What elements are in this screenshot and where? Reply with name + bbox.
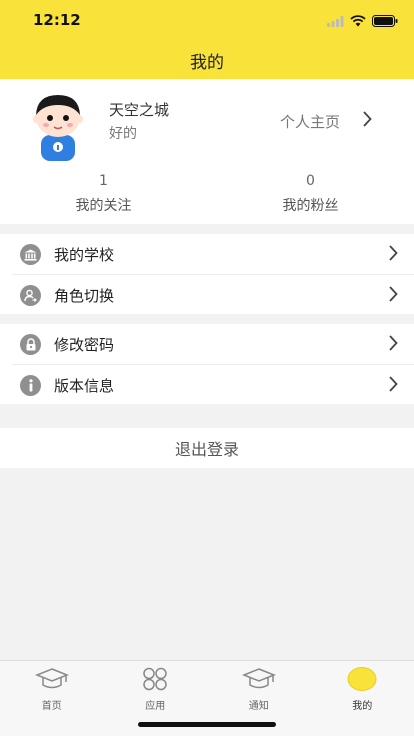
homepage-label: 个人主页: [280, 112, 341, 131]
profile-card: 天空之城 好的 个人主页 1 我的关注 0 我的粉丝: [0, 79, 414, 224]
homepage-link[interactable]: 个人主页: [280, 109, 372, 133]
menu-label: 修改密码: [54, 336, 115, 354]
status-icons: [327, 12, 398, 31]
chevron-right-icon: [388, 286, 398, 306]
info-icon: [20, 375, 41, 396]
signal-icon: [327, 12, 344, 31]
graduation-cap-icon: [241, 667, 276, 695]
tab-label: 我的: [352, 701, 373, 712]
chevron-right-icon: [388, 376, 398, 396]
following-stat[interactable]: 1 我的关注: [0, 173, 207, 215]
tab-label: 通知: [248, 701, 269, 712]
tab-notifications[interactable]: 通知: [207, 667, 311, 712]
tab-label: 应用: [145, 701, 166, 712]
status-bar: 12:12: [0, 0, 414, 40]
home-indicator: [138, 722, 276, 727]
menu-item-change-password[interactable]: 修改密码: [0, 324, 414, 364]
menu-label: 版本信息: [54, 377, 115, 395]
following-count: 1: [99, 173, 108, 189]
top-bar: 12:12 我的: [0, 0, 414, 79]
chevron-right-icon: [362, 111, 372, 131]
menu-item-role-switch[interactable]: 角色切换: [12, 274, 414, 314]
profile-circle-icon: [347, 667, 377, 695]
tab-mine[interactable]: 我的: [311, 667, 414, 712]
menu-item-my-school[interactable]: 我的学校: [0, 234, 414, 274]
apps-grid-icon: [142, 667, 168, 695]
wifi-icon: [350, 12, 366, 31]
battery-icon: [372, 12, 398, 31]
status-time: 12:12: [33, 11, 81, 29]
graduation-cap-icon: [34, 667, 69, 695]
profile-name: 天空之城: [109, 101, 170, 119]
menu-label: 我的学校: [54, 246, 115, 264]
following-label: 我的关注: [75, 198, 132, 214]
lock-icon: [20, 334, 41, 355]
tab-home[interactable]: 首页: [0, 667, 104, 712]
menu-label: 角色切换: [54, 287, 115, 305]
fans-stat[interactable]: 0 我的粉丝: [207, 173, 414, 215]
logout-button[interactable]: 退出登录: [0, 428, 414, 468]
fans-count: 0: [306, 173, 315, 189]
tab-apps[interactable]: 应用: [104, 667, 208, 712]
avatar[interactable]: [27, 91, 89, 167]
menu-group-account: 我的学校 角色切换: [0, 234, 414, 314]
menu-item-version-info[interactable]: 版本信息: [12, 364, 414, 404]
user-switch-icon: [20, 285, 41, 306]
chevron-right-icon: [388, 245, 398, 265]
page-title: 我的: [190, 53, 224, 73]
menu-group-settings: 修改密码 版本信息: [0, 324, 414, 404]
profile-subtitle: 好的: [109, 126, 137, 142]
fans-label: 我的粉丝: [282, 198, 339, 214]
tab-label: 首页: [41, 701, 62, 712]
bank-icon: [20, 244, 41, 265]
chevron-right-icon: [388, 335, 398, 355]
logout-label: 退出登录: [174, 440, 239, 459]
